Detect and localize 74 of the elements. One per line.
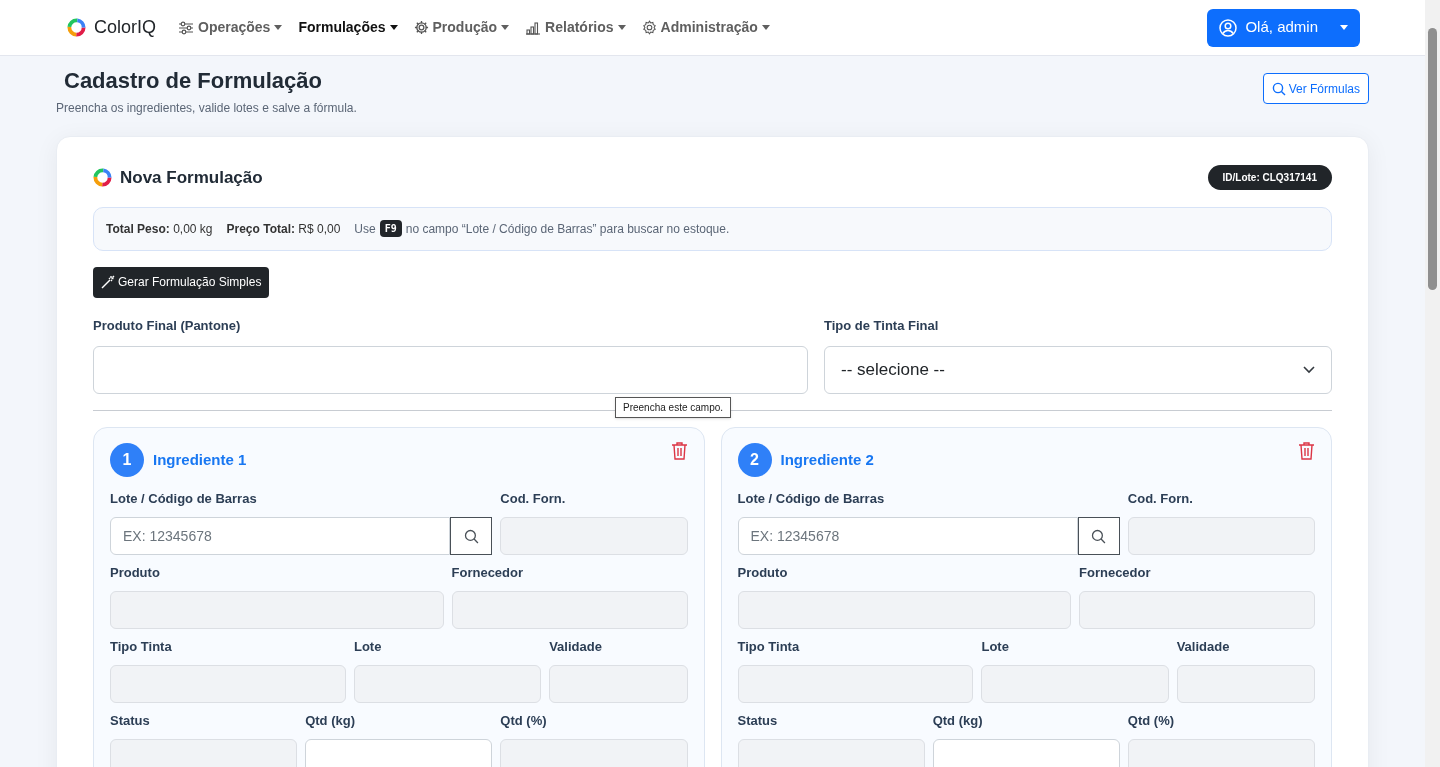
user-menu-button[interactable]: Olá, admin	[1207, 8, 1360, 47]
scrollbar[interactable]	[1425, 0, 1440, 767]
field-label: Tipo de Tinta Final	[824, 316, 940, 335]
search-icon	[463, 528, 479, 544]
page-title: Cadastro de Formulação	[64, 67, 323, 95]
ring-logo-icon	[93, 168, 112, 188]
hint-text: no campo “Lote / Código de Barras” para buscar no estoque.	[405, 220, 730, 238]
user-circle-icon	[1219, 18, 1238, 37]
barcode-input-field[interactable]: EX: 12345678	[737, 517, 1078, 555]
field-label: Lote / Código de Barras	[110, 490, 258, 508]
field-label: Qtd (%)	[1127, 712, 1176, 730]
ring-logo-icon	[67, 18, 86, 37]
view-formulas-button[interactable]: Ver Fórmulas	[1262, 73, 1369, 104]
field-label: Validade	[549, 638, 603, 656]
field-label: Lote	[353, 638, 383, 656]
caret-icon	[501, 25, 510, 30]
field-label: Status	[737, 712, 779, 730]
validation-tooltip: Preencha este campo.	[615, 397, 732, 418]
barcode-input-field[interactable]: EX: 12345678	[110, 517, 451, 555]
ingredient-title: Ingrediente 1	[153, 449, 247, 470]
chevron-down-icon	[1303, 366, 1315, 374]
page-subtitle: Preencha os ingredientes, valide lotes e salve a fórmula.	[56, 100, 357, 117]
field-label: Fornecedor	[451, 564, 525, 582]
total-price: Preço Total: R$ 0,00	[226, 220, 341, 238]
final-product-field[interactable]	[93, 346, 808, 394]
gear-icon	[641, 20, 657, 35]
caret-icon	[761, 25, 770, 30]
input-field[interactable]	[305, 739, 493, 767]
caret-icon	[617, 25, 626, 30]
caret-icon	[1340, 25, 1348, 30]
magic-wand-icon	[101, 275, 115, 289]
field-label: Cod. Forn.	[500, 490, 567, 508]
card-title: Nova Formulação	[120, 167, 263, 189]
key-badge: F9	[379, 220, 402, 237]
field-label: Fornecedor	[1079, 564, 1152, 582]
search-button[interactable]	[1077, 517, 1120, 555]
nav-menu[interactable]: Relatórios	[525, 17, 626, 38]
search-icon	[1271, 81, 1286, 96]
field-label: Lote / Código de Barras	[737, 490, 886, 508]
total-weight: Total Peso: 0,00 kg	[106, 220, 213, 238]
field-label: Status	[110, 712, 151, 730]
field-label: Lote	[981, 638, 1010, 656]
gear-icon	[413, 20, 429, 35]
trash-icon[interactable]	[1298, 441, 1315, 460]
search-button[interactable]	[450, 517, 493, 555]
search-icon	[1091, 528, 1107, 544]
ink-type-select[interactable]: -- selecione --	[824, 346, 1332, 394]
trash-icon[interactable]	[670, 441, 688, 460]
ingredient-title: Ingrediente 2	[780, 449, 874, 470]
field-label: Produto Final (Pantone)	[93, 316, 242, 335]
field-label: Tipo Tinta	[110, 638, 173, 656]
hint-text: Use	[354, 220, 376, 238]
caret-icon	[389, 25, 398, 30]
caret-icon	[274, 25, 283, 30]
sliders-icon	[178, 20, 194, 35]
nav-menu[interactable]: Administração	[641, 17, 770, 38]
field-label: Produto	[110, 564, 161, 582]
field-label: Qtd (%)	[500, 712, 548, 730]
field-label: Tipo Tinta	[737, 638, 801, 656]
id-badge: ID/Lote: CLQ317141	[1207, 165, 1332, 191]
field-label: Cod. Forn.	[1127, 490, 1194, 508]
nav-menu[interactable]: Produção	[413, 17, 510, 38]
nav-menu[interactable]: Operações	[178, 17, 283, 38]
number-badge: 1	[110, 443, 144, 477]
brand-name[interactable]: ColorIQ	[94, 14, 156, 41]
field-label: Produto	[737, 564, 789, 582]
nav-menu[interactable]: Formulações	[298, 17, 398, 38]
number-badge: 2	[737, 443, 772, 477]
generate-formula-button[interactable]: Gerar Formulação Simples	[93, 266, 270, 298]
input-field[interactable]	[932, 739, 1120, 767]
bar-chart-icon	[525, 20, 542, 35]
field-label: Qtd (kg)	[305, 712, 356, 730]
field-label: Validade	[1176, 638, 1231, 656]
field-label: Qtd (kg)	[932, 712, 984, 730]
